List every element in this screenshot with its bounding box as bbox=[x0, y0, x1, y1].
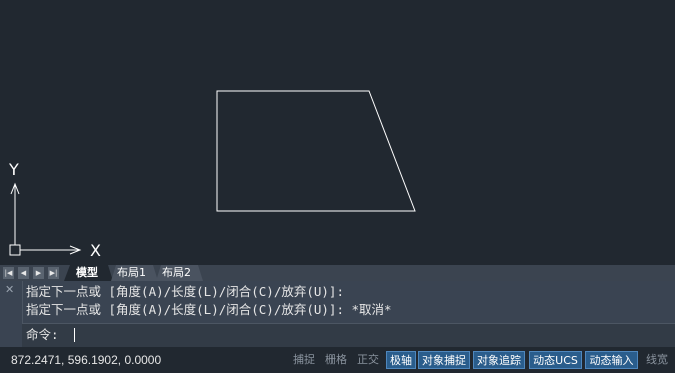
polar-toggle[interactable]: 极轴 bbox=[386, 351, 416, 369]
command-input[interactable]: 命令: bbox=[22, 323, 675, 348]
lineweight-toggle[interactable]: 线宽 bbox=[642, 351, 672, 369]
object-snap-toggle[interactable]: 对象捕捉 bbox=[418, 351, 470, 369]
dynamic-ucs-toggle[interactable]: 动态UCS bbox=[529, 351, 582, 369]
ortho-toggle[interactable]: 正交 bbox=[354, 351, 382, 369]
command-history-line: 指定下一点或 [角度(A)/长度(L)/闭合(C)/放弃(U)]: *取消* bbox=[26, 302, 392, 317]
command-prompt: 命令: bbox=[26, 327, 59, 342]
coordinates-readout: 872.2471, 596.1902, 0.0000 bbox=[11, 353, 162, 367]
x-axis-label: X bbox=[90, 241, 101, 260]
layout-tab-bar: |◀ ◀ ▶ ▶| 模型 布局1 布局2 bbox=[0, 265, 675, 281]
ucs-icon bbox=[9, 182, 82, 256]
tab-layout1[interactable]: 布局1 bbox=[117, 265, 146, 281]
object-tracking-toggle[interactable]: 对象追踪 bbox=[473, 351, 525, 369]
dynamic-input-toggle[interactable]: 动态输入 bbox=[585, 351, 638, 369]
status-bar: 872.2471, 596.1902, 0.0000 捕捉 栅格 正交 极轴 对… bbox=[0, 347, 675, 373]
close-icon[interactable]: ✕ bbox=[5, 284, 14, 296]
tab-layout2[interactable]: 布局2 bbox=[162, 265, 191, 281]
command-window: ✕ 指定下一点或 [角度(A)/长度(L)/闭合(C)/放弃(U)]: 指定下一… bbox=[0, 281, 675, 348]
command-gutter: ✕ bbox=[0, 281, 23, 347]
command-history-line: 指定下一点或 [角度(A)/长度(L)/闭合(C)/放弃(U)]: bbox=[26, 284, 344, 299]
grid-toggle[interactable]: 栅格 bbox=[322, 351, 350, 369]
tab-model[interactable]: 模型 bbox=[76, 265, 98, 281]
drawing-canvas[interactable]: Y X bbox=[0, 0, 675, 265]
text-caret bbox=[74, 328, 75, 342]
ucs-origin-box bbox=[9, 244, 21, 256]
y-axis-label: Y bbox=[9, 160, 19, 179]
tab-shapes bbox=[64, 265, 203, 281]
quadrilateral-shape[interactable] bbox=[216, 90, 416, 212]
snap-toggle[interactable]: 捕捉 bbox=[290, 351, 318, 369]
drawing-svg bbox=[9, 90, 416, 256]
